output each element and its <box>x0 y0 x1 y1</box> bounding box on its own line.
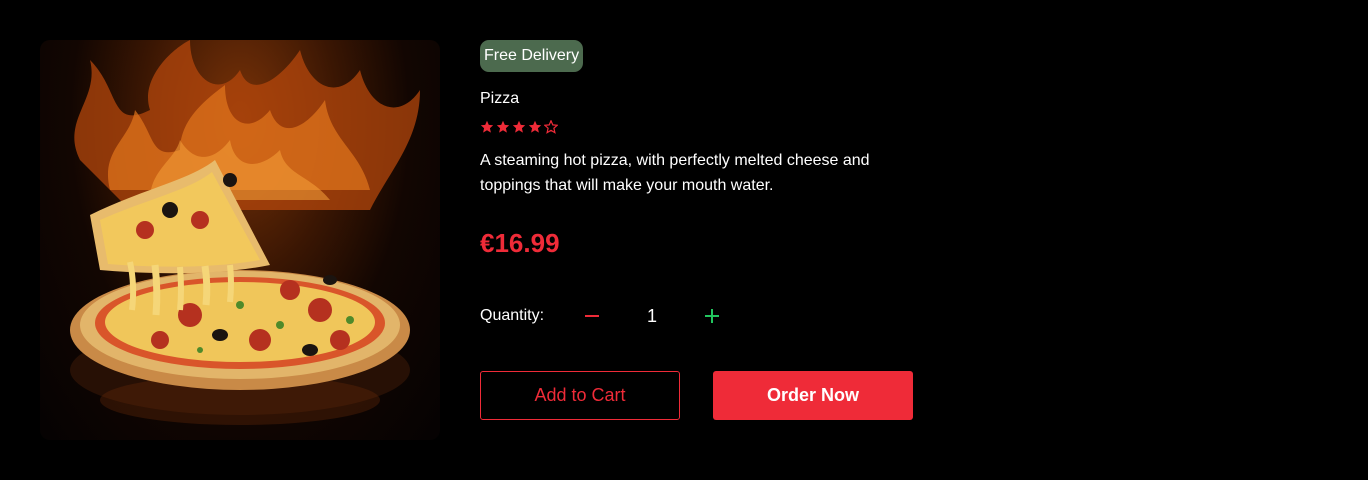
minus-icon <box>585 315 599 317</box>
star-filled-icon <box>528 120 542 133</box>
quantity-stepper: Quantity: 1 <box>480 302 728 330</box>
add-to-cart-button[interactable]: Add to Cart <box>480 371 680 420</box>
quantity-label: Quantity: <box>480 307 545 324</box>
star-rating <box>480 120 558 134</box>
plus-icon <box>705 309 719 323</box>
star-filled-icon <box>480 120 494 133</box>
product-description: A steaming hot pizza, with perfectly mel… <box>480 152 870 194</box>
decrement-button[interactable] <box>576 302 608 330</box>
quantity-value: 1 <box>646 305 657 326</box>
free-delivery-badge: Free Delivery <box>480 40 584 72</box>
pizza-photo <box>70 40 420 425</box>
increment-button[interactable] <box>696 302 728 330</box>
product-card: Free Delivery Pizza A steaming hot pizza… <box>0 0 1368 480</box>
pizza-image <box>40 40 440 440</box>
product-price: €16.99 <box>480 228 560 258</box>
product-name: Pizza <box>480 90 520 107</box>
star-filled-icon <box>512 120 526 133</box>
star-outline-icon <box>544 120 558 134</box>
star-filled-icon <box>496 120 510 133</box>
order-now-button[interactable]: Order Now <box>713 371 913 420</box>
